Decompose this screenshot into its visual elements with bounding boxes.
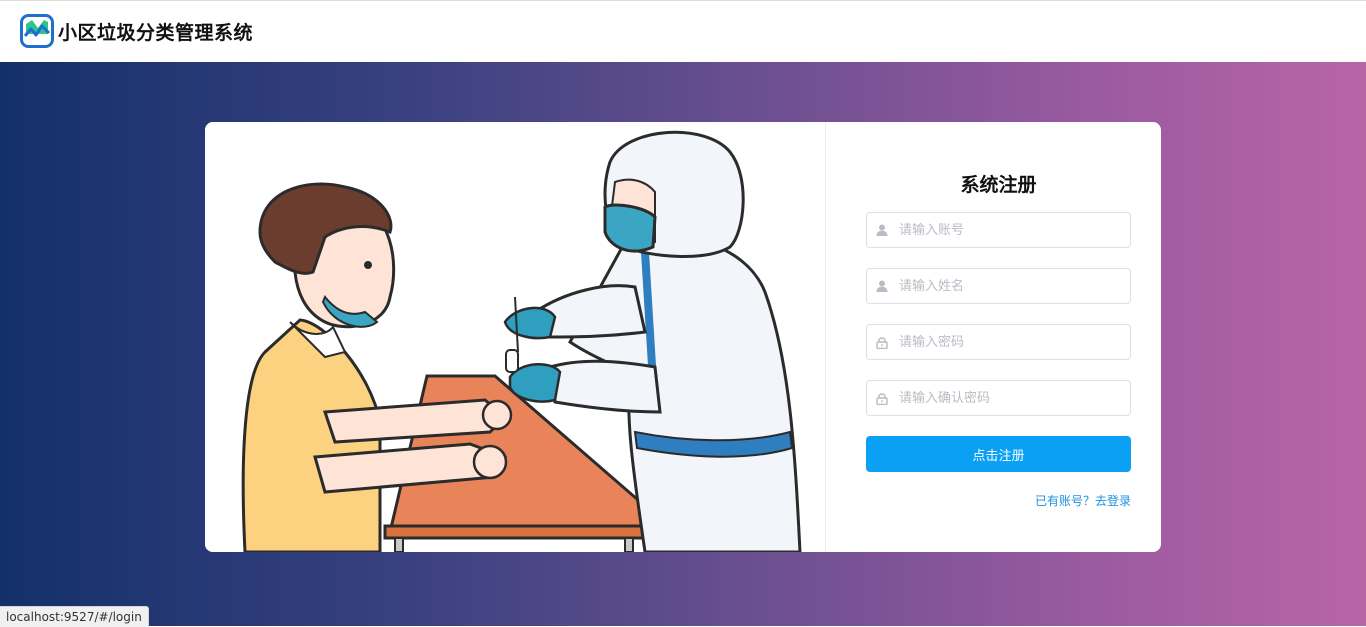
- register-button[interactable]: 点击注册: [866, 436, 1131, 472]
- go-login-link[interactable]: 已有账号？去登录: [1035, 492, 1131, 509]
- confirm-password-input[interactable]: [897, 382, 1130, 414]
- lock-icon: [867, 325, 897, 359]
- register-card: 系统注册 请输入账号 请输入姓名 点击注册 已有账号？去登录: [205, 122, 1161, 552]
- chart-logo-icon: [20, 14, 54, 48]
- form-title: 系统注册: [960, 174, 1037, 196]
- account-input[interactable]: [897, 214, 1130, 246]
- password-input[interactable]: [897, 326, 1130, 358]
- name-field[interactable]: [866, 268, 1131, 304]
- status-url: localhost:9527/#/login: [0, 606, 149, 627]
- nucleic-test-illustration: [205, 122, 826, 552]
- user-icon: [867, 269, 897, 303]
- login-background: 系统注册 请输入账号 请输入姓名 点击注册 已有账号？去登录: [0, 62, 1366, 626]
- confirm-password-field[interactable]: [866, 380, 1131, 416]
- name-input[interactable]: [897, 270, 1130, 302]
- account-field[interactable]: [866, 212, 1131, 248]
- lock-icon: [867, 381, 897, 415]
- password-field[interactable]: [866, 324, 1131, 360]
- register-form: 系统注册 请输入账号 请输入姓名 点击注册 已有账号？去登录: [866, 122, 1131, 552]
- app-header: 小区垃圾分类管理系统: [0, 1, 1366, 62]
- app-title: 小区垃圾分类管理系统: [58, 22, 254, 44]
- user-icon: [867, 213, 897, 247]
